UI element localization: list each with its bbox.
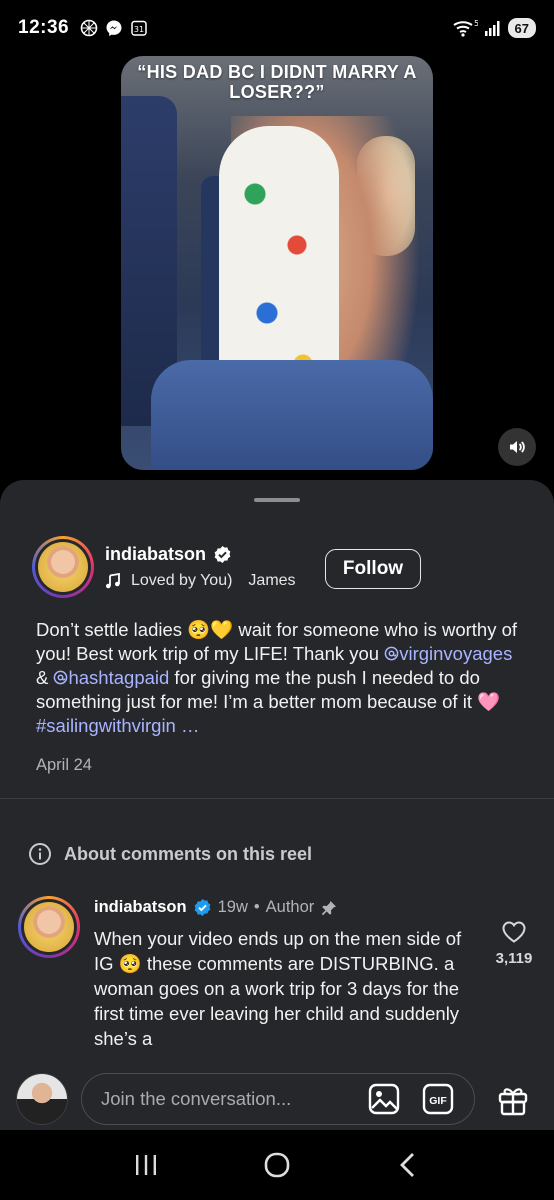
recent-apps-button[interactable] [126, 1145, 166, 1185]
threads-icon [384, 646, 399, 661]
mention-virginvoyages[interactable]: virginvoyages [384, 643, 512, 664]
video-scene-lap [151, 360, 433, 470]
about-comments-label[interactable]: About comments on this reel [64, 844, 312, 865]
mention-hashtagpaid[interactable]: hashtagpaid [53, 667, 169, 688]
info-icon [29, 843, 51, 865]
svg-text:31: 31 [134, 25, 144, 34]
current-user-avatar[interactable] [16, 1073, 68, 1125]
comment-like-count: 3,119 [495, 950, 533, 967]
divider [0, 798, 554, 799]
post-author[interactable]: indiabatson [105, 544, 232, 565]
svg-text:GIF: GIF [429, 1095, 447, 1107]
recent-apps-icon [135, 1155, 156, 1175]
comment-age: 19w [217, 898, 248, 916]
composer-actions: GIF [368, 1083, 454, 1115]
mention-virginvoyages-text[interactable]: virginvoyages [399, 643, 512, 664]
author-avatar[interactable] [32, 536, 94, 598]
audio-track-artist: James [248, 572, 296, 589]
about-comments-link[interactable]: About comments on this reel [28, 842, 312, 866]
follow-button[interactable]: Follow [325, 549, 421, 589]
audio-track[interactable]: Loved by You) James [105, 572, 315, 590]
brain-app-icon [79, 19, 98, 38]
sheet-drag-handle[interactable] [254, 498, 300, 502]
speaker-icon [510, 441, 525, 453]
image-icon[interactable] [368, 1083, 400, 1115]
back-icon [400, 1153, 415, 1177]
comment-input-placeholder: Join the conversation... [101, 1088, 292, 1109]
wifi-icon: 5 [452, 19, 478, 37]
comment-separator: • [253, 898, 260, 916]
mention-hashtagpaid-text[interactable]: hashtagpaid [68, 667, 169, 688]
reel-video[interactable]: “HIS DAD BC I DIDNT MARRY A LOSER??” [121, 56, 433, 470]
post-author-name[interactable]: indiabatson [105, 544, 206, 565]
music-note-icon [106, 573, 120, 589]
back-button[interactable] [388, 1145, 428, 1185]
comment-header: indiabatson 19w • Author [94, 898, 338, 917]
comment-composer: Join the conversation... GIF [0, 1068, 554, 1132]
video-overlay-caption: “HIS DAD BC I DIDNT MARRY A LOSER??” [137, 62, 417, 102]
comment-input[interactable]: Join the conversation... GIF [81, 1073, 475, 1125]
comment-body: When your video ends up on the men side … [94, 928, 462, 1046]
threads-icon [54, 670, 68, 685]
messenger-icon [104, 19, 123, 38]
post-caption: Don’t settle ladies 🥺💛 wait for someone … [36, 618, 526, 738]
notification-icons: 31 [79, 19, 148, 38]
pin-icon [322, 900, 337, 915]
signal-icon [484, 21, 500, 36]
comment-author-name[interactable]: indiabatson [94, 898, 187, 917]
home-icon [264, 1152, 290, 1178]
hashtag-sailingwithvirgin[interactable]: #sailingwithvirgin … [36, 715, 199, 736]
comment-role: Author [265, 898, 315, 916]
heart-icon[interactable] [501, 920, 527, 944]
calendar-icon: 31 [129, 19, 148, 38]
comment-like[interactable]: 3,119 [490, 920, 538, 967]
comment-author-avatar[interactable] [18, 896, 80, 958]
home-button[interactable] [257, 1145, 297, 1185]
status-time: 12:36 [18, 17, 70, 38]
svg-text:5: 5 [474, 19, 478, 28]
verified-badge-icon [194, 898, 210, 917]
post-date: April 24 [36, 756, 92, 774]
verified-badge-icon [214, 545, 231, 564]
status-bar: 12:36 31 5 67 [0, 0, 554, 56]
system-status: 5 67 [452, 18, 536, 38]
system-navigation-bar [0, 1130, 554, 1200]
comments-sheet: indiabatson Loved by You) James Follow D… [0, 480, 554, 1200]
audio-track-title: Loved by You) [131, 572, 233, 589]
caption-text-2: & [36, 667, 54, 688]
gift-icon[interactable] [496, 1082, 530, 1116]
battery-indicator: 67 [507, 18, 536, 38]
gif-icon[interactable]: GIF [422, 1083, 454, 1115]
mute-toggle-button[interactable] [498, 428, 536, 466]
